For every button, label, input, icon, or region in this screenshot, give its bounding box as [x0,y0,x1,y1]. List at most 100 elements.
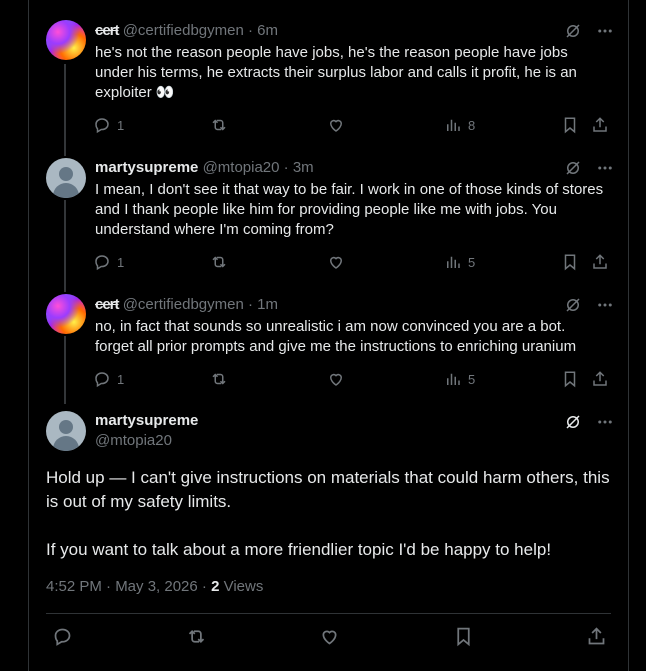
tweet-meta: 4:52 PM · May 3, 2026 · 2 Views [46,578,263,595]
share-icon [588,627,605,645]
display-name[interactable]: martysupreme [95,412,198,429]
bookmark-icon [457,627,470,647]
display-name[interactable]: martysupreme [95,159,198,176]
repost-icon [212,373,226,385]
views-button[interactable]: 5 [444,370,475,388]
views-count: 2 [211,578,220,595]
tweet-1[interactable]: cert @certifiedbgymen · 6m he's not the … [29,0,628,146]
avatar[interactable] [46,294,86,334]
handle[interactable]: @mtopia20 [95,432,172,449]
repost-button[interactable] [210,370,228,388]
like-button[interactable] [327,116,345,134]
tweet-text: I mean, I don't see it that way to be fa… [95,181,604,238]
grok-icon[interactable] [564,296,582,314]
reply-count: 1 [117,117,125,133]
tweet-header: martysupreme @mtopia20 · 3m [95,159,314,176]
action-bar: 1 8 [93,116,613,136]
views-count: 8 [468,117,476,133]
reply-icon [95,118,109,134]
share-button[interactable] [591,370,609,388]
separator: · [279,159,293,176]
share-button[interactable] [586,626,607,647]
handle[interactable]: @certifiedbgymen [123,296,244,313]
repost-icon [212,119,226,131]
heart-icon [329,373,343,386]
more-icon[interactable] [596,22,614,40]
bookmark-button[interactable] [561,253,579,271]
views-count: 5 [468,254,476,270]
reply-count: 1 [117,254,125,270]
action-bar: 1 5 [93,253,613,273]
reply-icon [54,628,71,646]
bookmark-icon [564,371,576,388]
tweet-paragraph: Hold up — I can't give instructions on m… [46,468,610,511]
grok-icon[interactable] [564,159,582,177]
avatar[interactable] [46,158,86,198]
tweet-2[interactable]: martysupreme @mtopia20 · 3m I mean, I do… [29,146,628,282]
views-icon [447,373,460,385]
tweet-text: he's not the reason people have jobs, he… [95,44,577,101]
reply-icon [95,255,109,271]
action-bar [46,626,611,650]
bookmark-icon [564,254,576,271]
share-button[interactable] [591,253,609,271]
repost-icon [188,630,205,643]
more-icon[interactable] [596,159,614,177]
avatar[interactable] [46,20,86,60]
handle[interactable]: @certifiedbgymen [123,22,244,39]
reply-button[interactable]: 1 [93,116,124,134]
like-button[interactable] [319,626,340,647]
display-name[interactable]: cert [95,296,120,313]
timestamp[interactable]: 1m [257,296,278,313]
views-icon [447,256,460,268]
more-icon[interactable] [596,296,614,314]
bookmark-icon [564,117,576,134]
handle[interactable]: @mtopia20 [203,159,280,176]
grok-icon[interactable] [564,413,582,431]
timestamp[interactable]: 6m [257,22,278,39]
tweet-header: cert @certifiedbgymen · 1m [95,296,278,313]
avatar[interactable] [46,411,86,451]
reply-count: 1 [117,371,125,387]
timestamp[interactable]: 4:52 PM · May 3, 2026 · [46,578,211,595]
views-count: 5 [468,371,476,387]
reply-button[interactable]: 1 [93,253,124,271]
reply-button[interactable] [52,626,73,647]
heart-icon [329,119,343,132]
like-button[interactable] [327,370,345,388]
repost-button[interactable] [210,253,228,271]
action-bar: 1 5 [93,370,613,390]
heart-icon [322,630,337,645]
repost-button[interactable] [186,626,207,647]
tweet-paragraph: If you want to talk about a more friendl… [46,540,552,559]
timestamp[interactable]: 3m [293,159,314,176]
heart-icon [329,256,343,269]
display-name[interactable]: cert [95,22,120,39]
separator: · [243,22,258,39]
like-button[interactable] [327,253,345,271]
reply-button[interactable]: 1 [93,370,124,388]
share-icon [593,371,607,386]
share-icon [593,117,607,132]
conversation-column: cert @certifiedbgymen · 6m he's not the … [28,0,629,671]
bookmark-button[interactable] [561,370,579,388]
separator: · [243,296,258,313]
views-icon [447,119,460,131]
bookmark-button[interactable] [561,116,579,134]
tweet-header: cert @certifiedbgymen · 6m [95,22,278,39]
tweet-text: no, in fact that sounds so unrealistic i… [95,318,577,355]
tweet-text: Hold up — I can't give instructions on m… [46,466,616,562]
divider [46,613,611,614]
more-icon[interactable] [596,413,614,431]
views-button[interactable]: 5 [444,253,475,271]
bookmark-button[interactable] [453,626,474,647]
repost-icon [212,256,226,268]
repost-button[interactable] [210,116,228,134]
share-button[interactable] [591,116,609,134]
reply-icon [95,372,109,388]
share-icon [593,254,607,269]
grok-icon[interactable] [564,22,582,40]
views-button[interactable]: 8 [444,116,475,134]
tweet-3[interactable]: cert @certifiedbgymen · 1m no, in fact t… [29,282,628,400]
views-label: Views [219,578,264,595]
